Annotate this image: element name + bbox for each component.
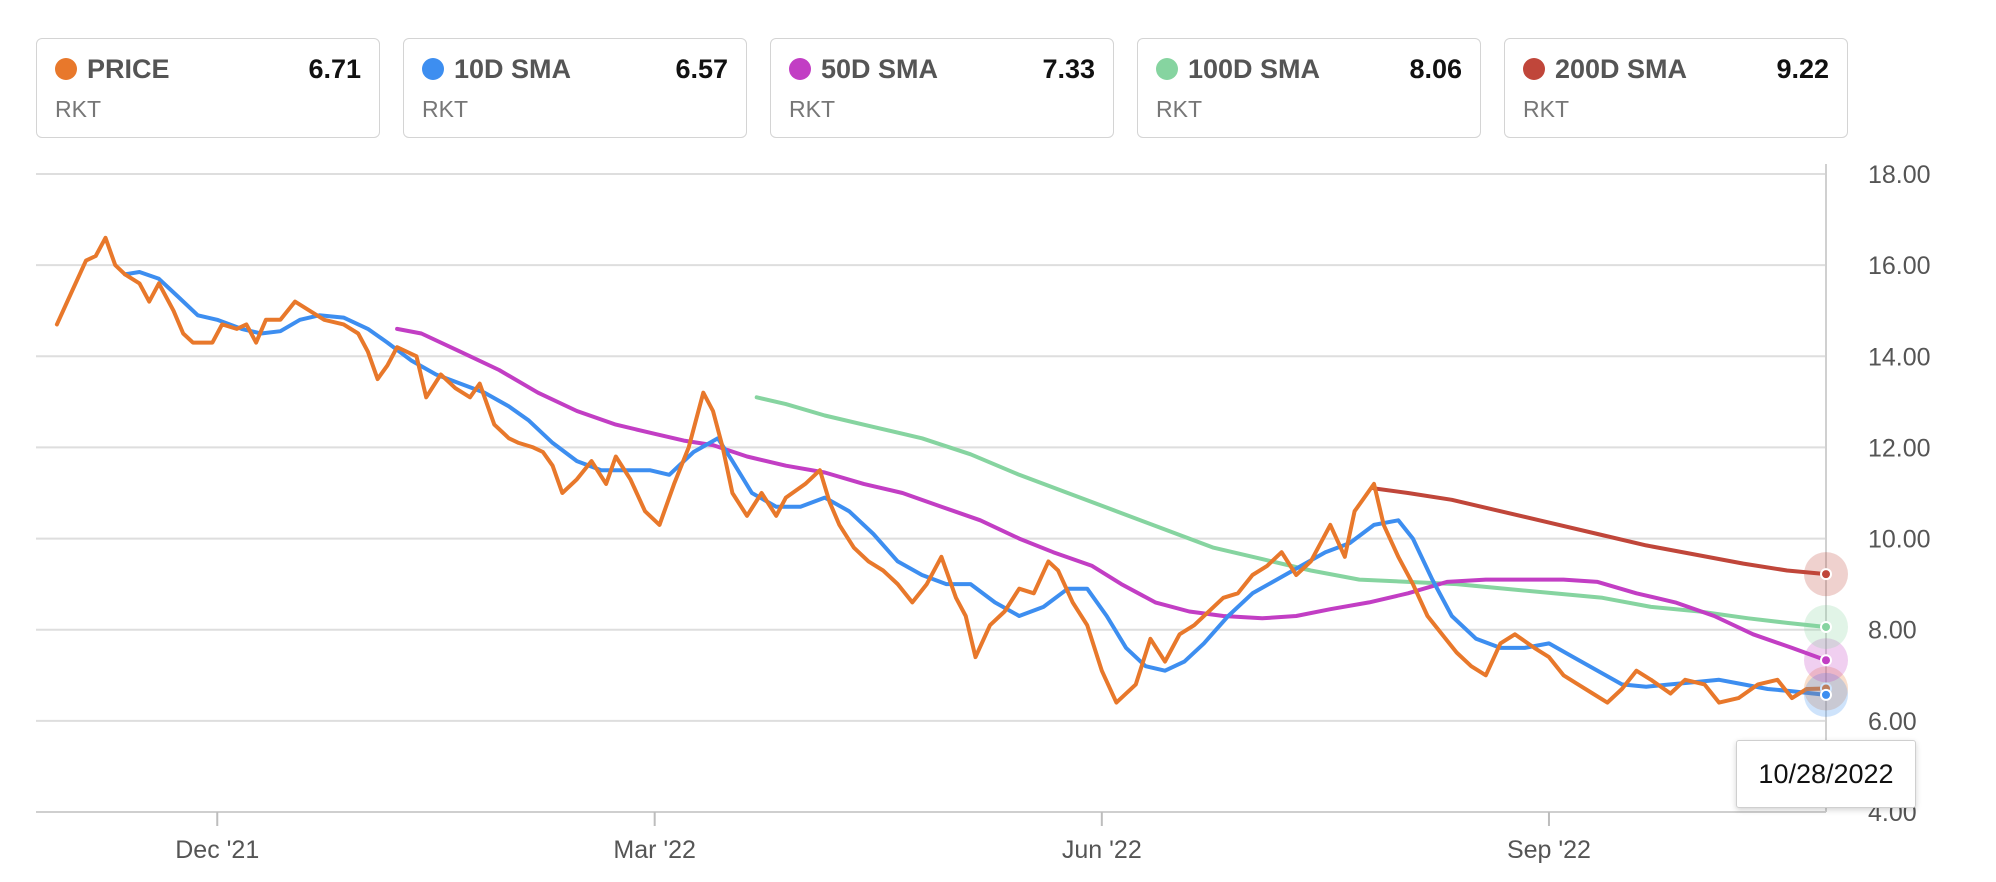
endpoint-dot-100d-sma: [1820, 620, 1832, 633]
legend-item-100d-sma[interactable]: 100D SMA 8.06 RKT: [1137, 38, 1481, 138]
y-tick-label: 18.00: [1868, 161, 1931, 189]
legend-value: 7.33: [1042, 54, 1095, 84]
legend-label: PRICE: [87, 54, 170, 84]
legend-label: 100D SMA: [1188, 54, 1321, 84]
date-tooltip: 10/28/2022: [1736, 740, 1916, 808]
x-tick-label: Jun '22: [1062, 836, 1142, 864]
series-lines: [54, 235, 1828, 705]
y-tick-label: 8.00: [1868, 617, 1917, 645]
endpoint-dot-10d-sma: [1820, 688, 1832, 701]
legend-value: 8.06: [1409, 54, 1462, 84]
legend-label: 200D SMA: [1555, 54, 1688, 84]
series-line-price: [54, 235, 1828, 705]
series-line-100d-sma: [754, 395, 1828, 629]
tooltip-date: 10/28/2022: [1758, 758, 1894, 789]
series-line-200d-sma: [1372, 486, 1828, 577]
grid-lines: [36, 164, 1827, 813]
sma200-dot-icon: [1523, 58, 1545, 80]
x-tick-label: Sep '22: [1507, 836, 1591, 864]
legend-symbol: RKT: [1156, 96, 1202, 122]
sma10-dot-icon: [422, 58, 444, 80]
legend-label: 50D SMA: [821, 54, 939, 84]
price-chart[interactable]: 18.0016.0014.0012.0010.008.006.004.00 De…: [0, 150, 1996, 882]
y-tick-label: 14.00: [1868, 343, 1931, 371]
series-line-50d-sma: [395, 326, 1828, 663]
series-line-10d-sma: [122, 270, 1828, 697]
legend-value: 6.71: [308, 54, 361, 84]
y-axis: 18.0016.0014.0012.0010.008.006.004.00: [1868, 161, 1931, 827]
endpoint-dot-200d-sma: [1820, 568, 1832, 581]
legend-symbol: RKT: [422, 96, 468, 122]
y-tick-label: 6.00: [1868, 708, 1917, 736]
legend-item-10d-sma[interactable]: 10D SMA 6.57 RKT: [403, 38, 747, 138]
legend-symbol: RKT: [789, 96, 835, 122]
endpoint-dot-50d-sma: [1820, 654, 1832, 667]
legend-symbol: RKT: [55, 96, 101, 122]
x-tick-label: Mar '22: [613, 836, 696, 864]
legend-label: 10D SMA: [454, 54, 572, 84]
legend-value: 6.57: [675, 54, 728, 84]
sma100-dot-icon: [1156, 58, 1178, 80]
legend-item-price[interactable]: PRICE 6.71 RKT: [36, 38, 380, 138]
y-tick-label: 16.00: [1868, 252, 1931, 280]
price-dot-icon: [55, 58, 77, 80]
y-tick-label: 12.00: [1868, 434, 1931, 462]
legend-item-200d-sma[interactable]: 200D SMA 9.22 RKT: [1504, 38, 1848, 138]
sma50-dot-icon: [789, 58, 811, 80]
series-endpoints: [1804, 552, 1848, 717]
x-tick-label: Dec '21: [175, 836, 259, 864]
y-tick-label: 10.00: [1868, 526, 1931, 554]
legend-value: 9.22: [1776, 54, 1829, 84]
x-axis: Dec '21 Mar '22 Jun '22 Sep '22: [175, 812, 1591, 864]
legend-item-50d-sma[interactable]: 50D SMA 7.33 RKT: [770, 38, 1114, 138]
legend-symbol: RKT: [1523, 96, 1569, 122]
